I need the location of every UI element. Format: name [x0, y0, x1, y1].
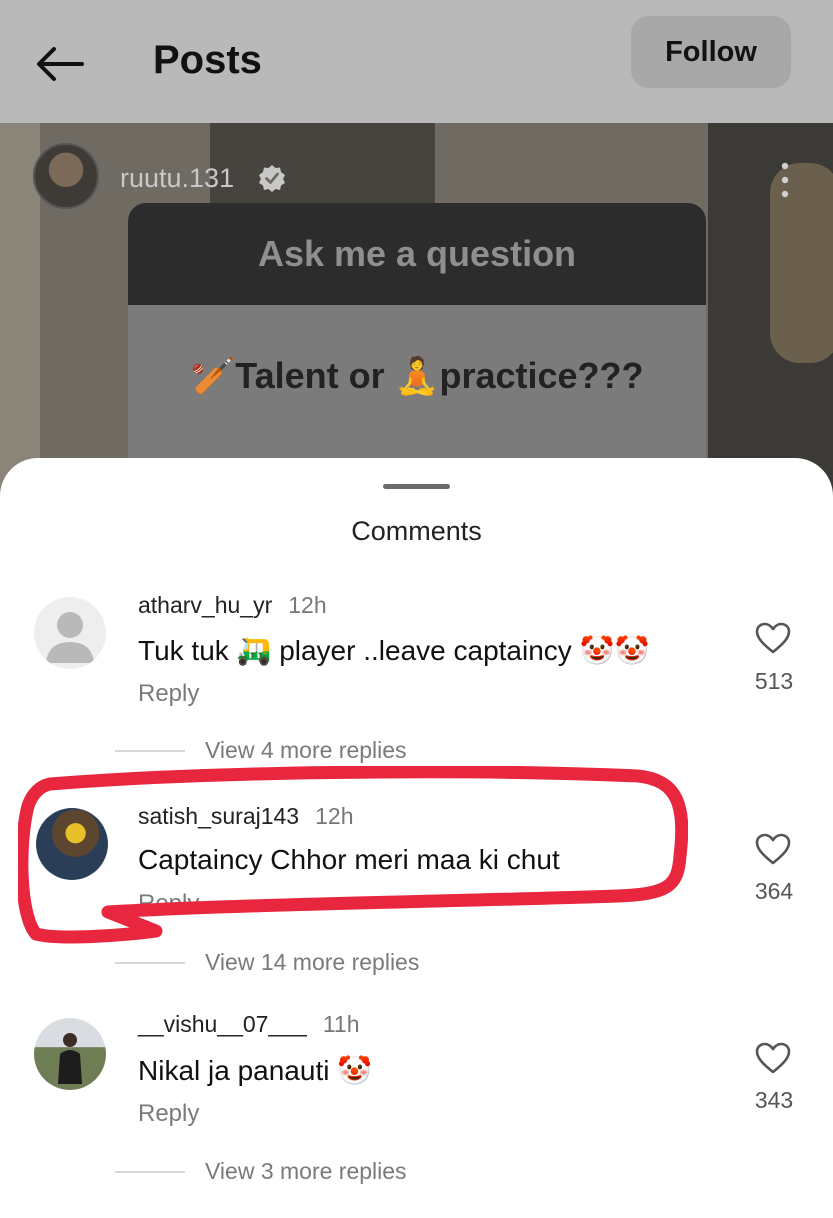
drag-handle[interactable]: [383, 484, 450, 489]
author-username[interactable]: ruutu.131: [120, 163, 234, 194]
view-more-replies[interactable]: View 4 more replies: [205, 737, 407, 764]
default-user-icon: [46, 612, 94, 663]
comment-time: 12h: [288, 592, 327, 618]
divider: [115, 962, 185, 964]
comment-text: Nikal ja panauti 🤡: [138, 1055, 373, 1086]
comment-username[interactable]: satish_suraj143: [138, 803, 299, 829]
reply-button[interactable]: Reply: [138, 890, 199, 908]
page-title: Posts: [153, 38, 262, 82]
comments-title: Comments: [351, 516, 482, 546]
view-more-replies[interactable]: View 14 more replies: [205, 949, 419, 976]
comment-avatar[interactable]: [34, 597, 106, 669]
comment-username[interactable]: atharv_hu_yr: [138, 592, 272, 618]
heart-icon[interactable]: [755, 1042, 791, 1074]
comment-text: Tuk tuk 🛺 player ..leave captaincy 🤡🤡: [138, 635, 650, 666]
comments-sheet: [0, 458, 833, 1218]
follow-button[interactable]: Follow: [631, 16, 791, 88]
person-photo-icon: [58, 1033, 82, 1084]
divider: [115, 750, 185, 752]
comment-avatar[interactable]: [36, 808, 108, 880]
reply-button[interactable]: Reply: [138, 1100, 199, 1128]
comment-username[interactable]: __vishu__07___: [138, 1011, 307, 1037]
like-count: 343: [754, 1087, 794, 1113]
question-answer: 🏏Talent or 🧘practice???: [190, 355, 644, 396]
heart-icon[interactable]: [755, 622, 791, 654]
comment-header: satish_suraj143 12h: [138, 803, 353, 830]
comment-text: Captaincy Chhor meri maa ki chut: [138, 844, 560, 875]
like-count: 513: [754, 668, 794, 694]
back-arrow-icon[interactable]: [34, 44, 86, 84]
view-more-replies[interactable]: View 3 more replies: [205, 1158, 407, 1185]
comment-time: 12h: [315, 803, 354, 829]
question-sticker-title: Ask me a question: [128, 203, 706, 305]
comment-header: atharv_hu_yr 12h: [138, 592, 327, 619]
comment-header: __vishu__07___ 11h: [138, 1011, 360, 1038]
reply-button[interactable]: Reply: [138, 680, 199, 708]
comment-avatar[interactable]: [34, 1018, 106, 1090]
like-count: 364: [754, 878, 794, 904]
comment-time: 11h: [322, 1011, 360, 1037]
author-avatar[interactable]: [33, 143, 99, 209]
divider: [115, 1171, 185, 1173]
verified-badge-icon: [259, 165, 285, 192]
more-options-icon[interactable]: [778, 160, 792, 200]
heart-icon[interactable]: [755, 833, 791, 865]
